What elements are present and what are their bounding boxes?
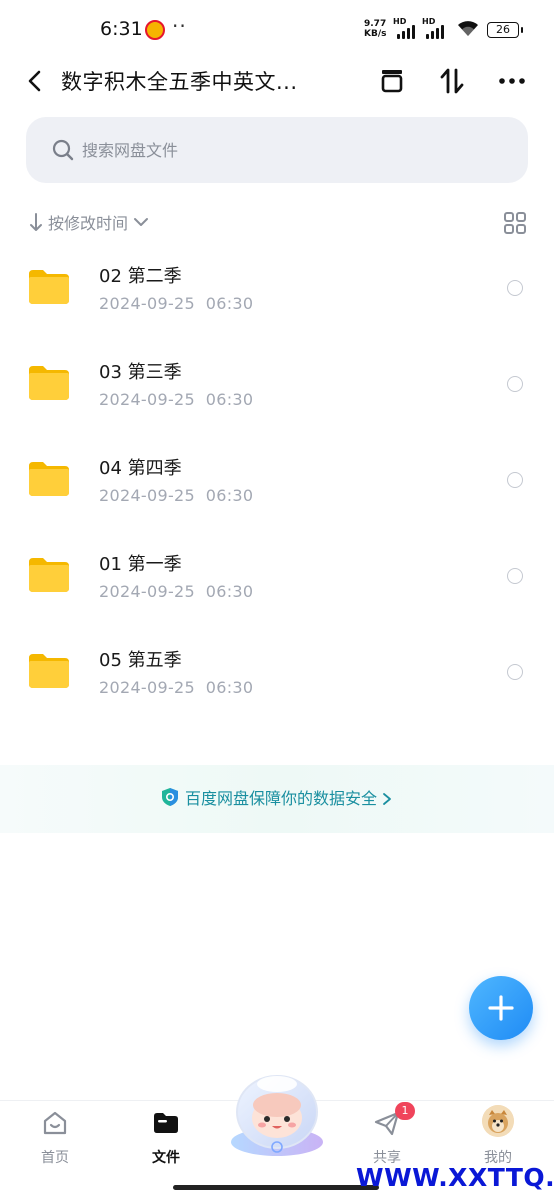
select-checkbox[interactable]	[507, 472, 523, 488]
top-header: 数字积木全五季中英文...	[0, 55, 554, 107]
sort-label: 按修改时间	[48, 214, 129, 233]
watermark-text: WWW.XXTTQ.COM	[356, 1163, 554, 1192]
search-bar[interactable]	[26, 117, 528, 183]
chevron-down-icon	[134, 218, 149, 226]
status-overflow-dots: ··	[172, 14, 187, 38]
folder-icon	[29, 558, 69, 592]
nav-home[interactable]: 首页	[15, 1101, 95, 1181]
network-speed-value: 9.77	[364, 19, 387, 29]
hd-label: HD	[393, 17, 407, 26]
weibo-icon	[145, 20, 165, 40]
select-checkbox[interactable]	[507, 568, 523, 584]
network-speed: 9.77 KB/s	[364, 19, 386, 39]
search-input[interactable]	[82, 135, 502, 165]
arrow-down-icon	[30, 213, 42, 231]
nav-home-label: 首页	[41, 1150, 69, 1166]
folder-icon	[29, 462, 69, 496]
select-checkbox[interactable]	[507, 376, 523, 392]
list-item[interactable]: 05 第五季 2024-09-25 06:30	[0, 624, 554, 720]
folder-icon	[29, 654, 69, 688]
file-date: 2024-09-25 06:30	[99, 390, 254, 409]
add-button[interactable]	[469, 976, 533, 1040]
sort-arrows-icon	[440, 68, 464, 94]
select-checkbox[interactable]	[507, 664, 523, 680]
file-name: 02 第二季	[99, 266, 182, 287]
file-browser-screen: 6:31 ·· 9.77 KB/s HD HD 26 数字积木全五季中英文...	[0, 0, 554, 1200]
wifi-icon	[458, 21, 478, 36]
nav-files-label: 文件	[152, 1150, 180, 1166]
file-name: 03 第三季	[99, 362, 182, 383]
mascot-assistant-button[interactable]	[226, 1072, 328, 1156]
file-date: 2024-09-25 06:30	[99, 294, 254, 313]
file-date: 2024-09-25 06:30	[99, 678, 254, 697]
grid-view-icon[interactable]	[503, 211, 527, 235]
archive-button[interactable]	[374, 63, 410, 99]
status-time: 6:31	[100, 18, 143, 40]
file-date: 2024-09-25 06:30	[99, 486, 254, 505]
security-banner-content: 百度网盘保障你的数据安全	[0, 785, 554, 809]
share-badge: 1	[395, 1102, 415, 1120]
list-item[interactable]: 02 第二季 2024-09-25 06:30	[0, 240, 554, 336]
more-dots-icon	[499, 78, 525, 84]
chevron-right-icon	[383, 793, 391, 805]
file-name: 01 第一季	[99, 554, 182, 575]
file-name: 04 第四季	[99, 458, 182, 479]
search-icon	[52, 139, 74, 161]
plus-icon	[488, 995, 514, 1021]
list-item[interactable]: 04 第四季 2024-09-25 06:30	[0, 432, 554, 528]
avatar	[482, 1105, 514, 1137]
battery-icon: 26	[487, 22, 523, 38]
folder-icon	[29, 270, 69, 304]
hd-label-2: HD	[422, 17, 436, 26]
security-text: 百度网盘保障你的数据安全	[184, 789, 377, 808]
archive-icon	[381, 70, 403, 93]
status-bar: 6:31 ·· 9.77 KB/s HD HD 26	[0, 0, 554, 60]
sort-order-button[interactable]	[434, 63, 470, 99]
folder-icon	[154, 1113, 178, 1133]
nav-files[interactable]: 文件	[126, 1101, 206, 1181]
back-icon[interactable]	[20, 66, 50, 96]
more-button[interactable]	[494, 63, 530, 99]
file-list: 02 第二季 2024-09-25 06:30 03 第三季 2024-09-2…	[0, 240, 554, 720]
shield-icon	[161, 788, 178, 806]
security-banner[interactable]: 百度网盘保障你的数据安全	[0, 765, 554, 833]
folder-icon	[29, 366, 69, 400]
list-item[interactable]: 03 第三季 2024-09-25 06:30	[0, 336, 554, 432]
sort-selector[interactable]: 按修改时间	[28, 208, 149, 236]
network-speed-unit: KB/s	[364, 29, 387, 39]
file-name: 05 第五季	[99, 650, 182, 671]
file-date: 2024-09-25 06:30	[99, 582, 254, 601]
select-checkbox[interactable]	[507, 280, 523, 296]
signal-icon-2: HD	[422, 17, 448, 39]
home-icon	[43, 1111, 67, 1135]
page-title: 数字积木全五季中英文...	[61, 70, 298, 94]
list-item[interactable]: 01 第一季 2024-09-25 06:30	[0, 528, 554, 624]
signal-icon: HD	[393, 17, 419, 39]
home-indicator	[173, 1185, 379, 1190]
